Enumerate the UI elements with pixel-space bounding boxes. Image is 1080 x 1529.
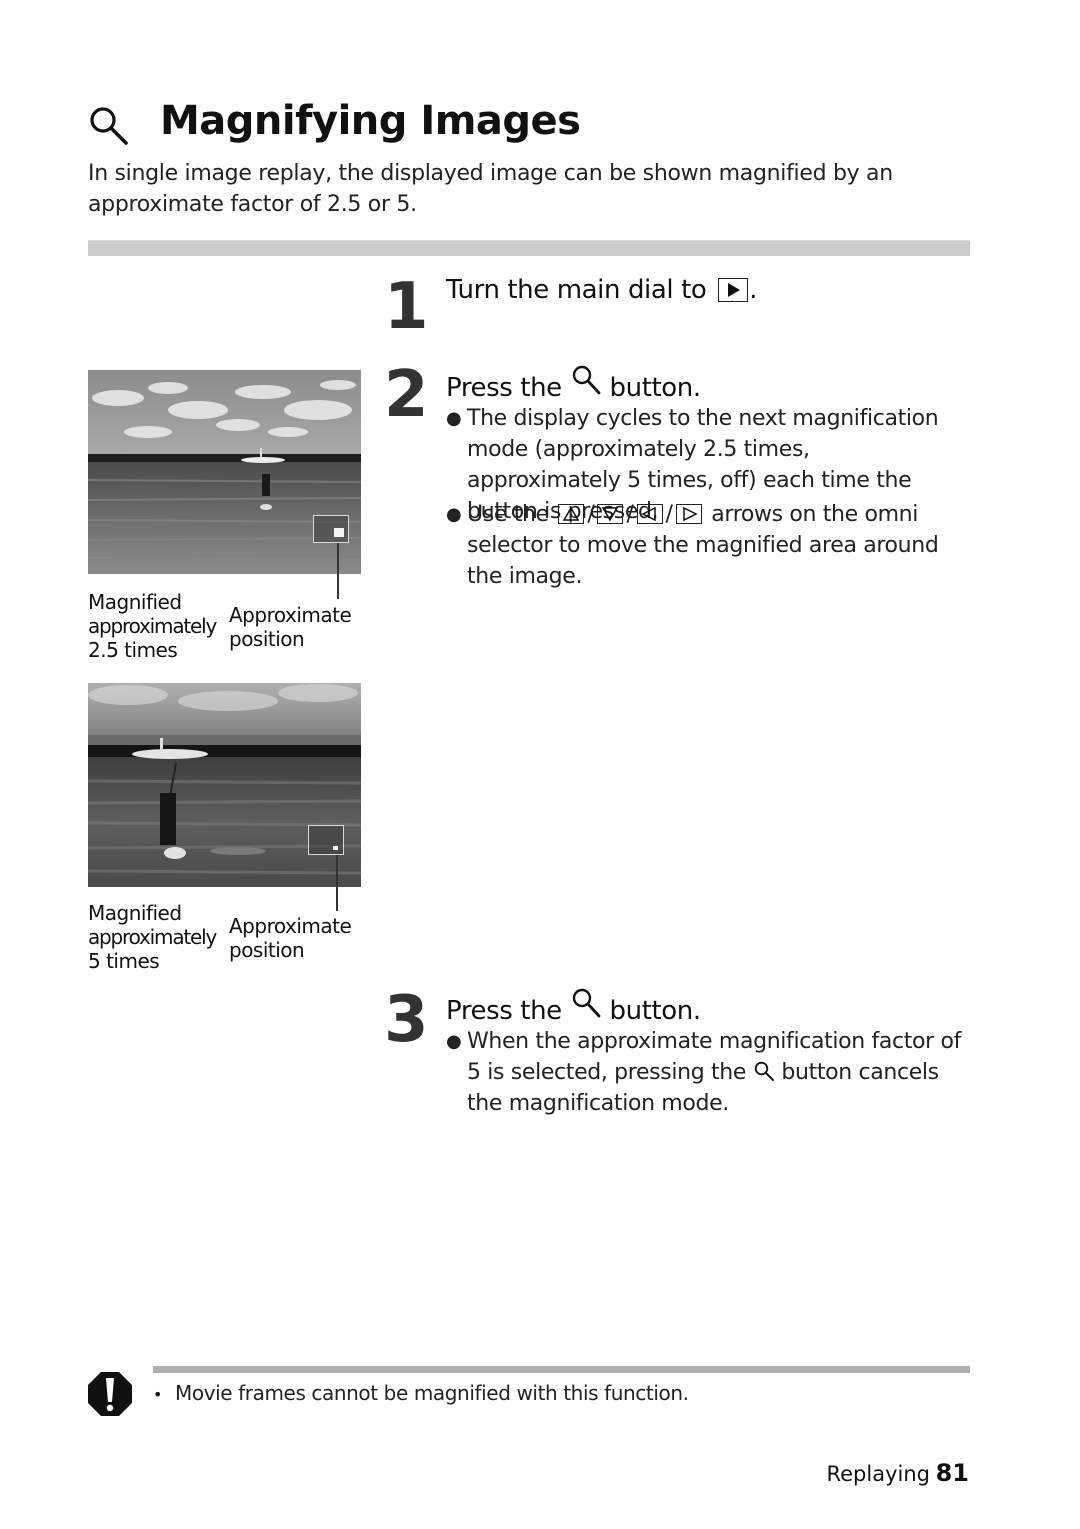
position-marker: [333, 846, 338, 850]
figure-caption-magnification: Magnified approximately 2.5 times: [88, 590, 217, 662]
figure-caption-position: Approximate position: [229, 914, 352, 962]
position-indicator: [313, 515, 349, 543]
step-heading-text: Turn the main dial to: [446, 275, 707, 305]
caption-line: 2.5 times: [88, 638, 178, 662]
figure-caption-magnification: Magnified approximately 5 times: [88, 901, 217, 973]
bullet-dot: ●: [446, 504, 462, 525]
step-heading-text: button.: [609, 996, 702, 1026]
step-heading: Press the button.: [446, 987, 701, 1026]
caption-line: position: [229, 627, 305, 651]
step-number: 1: [384, 270, 429, 344]
seascape-image: [88, 370, 361, 574]
caution-divider: [153, 1366, 970, 1373]
caption-line: 5 times: [88, 949, 160, 973]
seascape-image-zoomed: [88, 683, 361, 887]
sample-photo-2-5x: [88, 370, 361, 574]
caption-line: approximately: [88, 925, 217, 949]
page-number: 81: [935, 1459, 969, 1487]
step-number: 3: [384, 983, 429, 1057]
step-heading: Press the button.: [446, 364, 701, 403]
step-heading-text: Press the: [446, 373, 562, 403]
position-marker: [334, 528, 344, 537]
step-heading: Turn the main dial to .: [446, 275, 758, 305]
bullet-dot: ●: [446, 408, 462, 429]
step-bullet: ● Use the / / / arrows on the omni selec…: [446, 499, 967, 592]
sample-photo-5x: [88, 683, 361, 887]
magnify-icon: [572, 365, 601, 395]
caption-line: Approximate: [229, 914, 352, 938]
step-heading-text: button.: [609, 373, 702, 403]
caption-line: Approximate: [229, 603, 352, 627]
separator: /: [626, 502, 634, 527]
figure-caption-position: Approximate position: [229, 603, 352, 651]
up-arrow-icon: [558, 504, 585, 524]
separator: /: [587, 502, 595, 527]
footer-section-name: Replaying: [826, 1462, 930, 1486]
magnify-icon: [572, 988, 601, 1018]
step-heading-period: .: [749, 275, 758, 305]
bullet-dot: ●: [446, 1031, 462, 1052]
section-divider: [88, 240, 970, 256]
step-heading-text: Press the: [446, 996, 562, 1026]
step-number: 2: [384, 358, 429, 432]
position-indicator: [308, 825, 344, 855]
magnify-icon: [754, 1061, 774, 1081]
caption-line: Magnified: [88, 590, 182, 614]
step-bullet: ● When the approximate magnification fac…: [446, 1026, 977, 1119]
intro-paragraph: In single image replay, the displayed im…: [88, 161, 893, 217]
left-arrow-icon: [636, 504, 663, 524]
caution-icon: [88, 1372, 132, 1416]
bullet-text: Use the: [467, 502, 549, 527]
separator: /: [665, 502, 673, 527]
playback-icon: [718, 278, 749, 302]
caution-text: Movie frames cannot be magnified with th…: [175, 1381, 689, 1405]
right-arrow-icon: [675, 504, 702, 524]
caption-line: Magnified: [88, 901, 182, 925]
leader-line: [336, 855, 338, 911]
bullet-dot: •: [153, 1385, 163, 1404]
caption-line: approximately: [88, 614, 217, 638]
caption-line: position: [229, 938, 305, 962]
down-arrow-icon: [597, 504, 624, 524]
page-title: Magnifying Images: [160, 98, 581, 144]
magnify-icon: [90, 107, 128, 145]
leader-line: [337, 543, 339, 599]
